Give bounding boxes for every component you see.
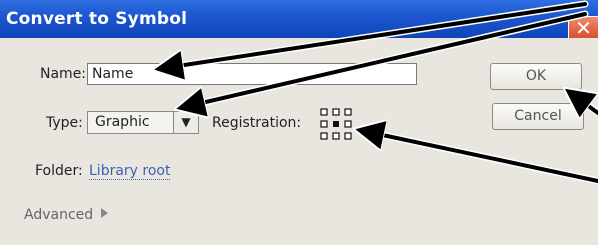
convert-to-symbol-dialog: Convert to Symbol ✕ Name: Type: Graphic … <box>0 0 598 245</box>
name-label: Name: <box>40 66 87 82</box>
type-value: Graphic <box>95 114 150 130</box>
ok-button[interactable]: OK <box>490 63 582 90</box>
titlebar: Convert to Symbol ✕ <box>0 0 598 39</box>
type-label: Type: <box>46 115 83 131</box>
arrow-to-registration <box>359 130 598 183</box>
name-input[interactable] <box>87 63 417 85</box>
folder-library-root-link[interactable]: Library root <box>89 163 171 180</box>
close-icon[interactable]: ✕ <box>568 16 598 39</box>
cancel-button[interactable]: Cancel <box>492 103 584 130</box>
advanced-label[interactable]: Advanced <box>24 207 93 223</box>
folder-label: Folder: <box>35 163 83 179</box>
dropdown-arrow-icon[interactable]: ▼ <box>173 112 198 133</box>
expand-triangle-icon[interactable] <box>101 208 108 218</box>
dialog-title: Convert to Symbol <box>6 9 188 29</box>
registration-label: Registration: <box>212 115 302 131</box>
type-select[interactable]: Graphic ▼ <box>87 111 199 134</box>
registration-grid-icon[interactable] <box>319 107 353 141</box>
